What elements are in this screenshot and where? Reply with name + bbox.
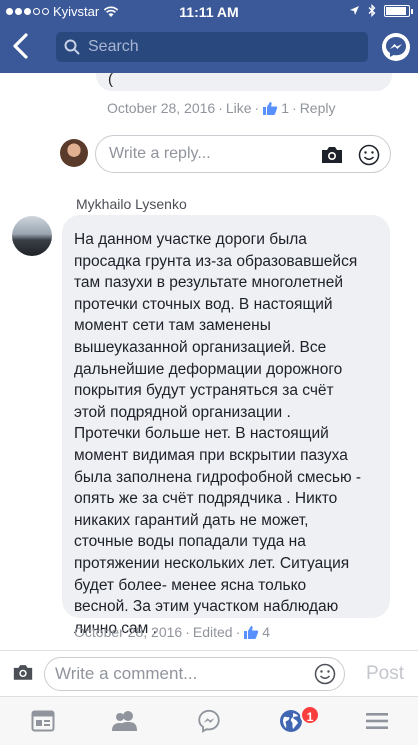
nav-bar bbox=[0, 22, 418, 73]
emoji-icon[interactable] bbox=[314, 663, 336, 685]
previous-reply-like-count: 1 bbox=[281, 100, 290, 116]
reply-field[interactable] bbox=[95, 135, 391, 173]
comment-author[interactable]: Mykhailo Lysenko bbox=[76, 196, 187, 212]
top-bar: Kyivstar 11:11 AM bbox=[0, 0, 418, 73]
comment-composer: Post bbox=[0, 650, 418, 696]
previous-reply-bubble: ( bbox=[96, 71, 392, 91]
comment-meta: October 28, 2016 · Edited · 4 bbox=[74, 624, 271, 640]
tab-bar: 1 bbox=[0, 696, 418, 745]
reply-input[interactable] bbox=[109, 145, 309, 163]
previous-reply-meta: October 28, 2016 · Like · 1 · Reply bbox=[107, 100, 336, 116]
comment-date: October 28, 2016 bbox=[74, 624, 183, 640]
battery-icon bbox=[384, 4, 413, 17]
search-input[interactable] bbox=[88, 38, 348, 56]
friends-icon bbox=[112, 711, 137, 731]
messenger-icon bbox=[386, 37, 406, 57]
comment-like-count[interactable]: 4 bbox=[262, 624, 270, 640]
search-bar[interactable] bbox=[56, 32, 368, 62]
camera-icon[interactable] bbox=[12, 663, 34, 681]
camera-icon[interactable] bbox=[320, 145, 344, 164]
comment-bubble: На данном участке дороги была просадка г… bbox=[62, 215, 390, 637]
comment-thread: ( October 28, 2016 · Like · 1 · Reply My… bbox=[0, 71, 418, 650]
avatar bbox=[60, 139, 88, 167]
back-button[interactable] bbox=[10, 32, 40, 62]
status-bar: Kyivstar 11:11 AM bbox=[0, 0, 418, 22]
thumbs-up-icon bbox=[263, 101, 278, 115]
emoji-icon[interactable] bbox=[358, 144, 380, 166]
post-button[interactable]: Post bbox=[366, 663, 404, 685]
thumbs-up-icon bbox=[244, 625, 259, 639]
tab-friends[interactable] bbox=[110, 707, 140, 735]
messenger-icon bbox=[198, 709, 220, 733]
search-icon bbox=[64, 39, 80, 55]
tab-menu[interactable] bbox=[362, 707, 392, 735]
news-feed-icon bbox=[31, 710, 55, 732]
menu-icon bbox=[366, 713, 388, 729]
reply-link[interactable]: Reply bbox=[300, 100, 336, 116]
location-arrow-icon bbox=[350, 6, 359, 15]
chevron-left-icon bbox=[13, 33, 28, 59]
tab-messenger[interactable] bbox=[194, 707, 224, 735]
messenger-button[interactable] bbox=[382, 33, 410, 61]
reply-composer bbox=[0, 135, 418, 175]
battery-level bbox=[386, 6, 407, 15]
notification-badge: 1 bbox=[300, 705, 320, 725]
previous-reply-text: ( bbox=[108, 71, 113, 88]
tab-news-feed[interactable] bbox=[28, 707, 58, 735]
edited-label[interactable]: Edited bbox=[193, 624, 233, 640]
bluetooth-icon bbox=[368, 4, 376, 17]
previous-reply-date: October 28, 2016 bbox=[107, 100, 216, 116]
like-link[interactable]: Like bbox=[226, 100, 252, 116]
comment-input[interactable] bbox=[55, 664, 275, 684]
avatar[interactable] bbox=[12, 216, 52, 256]
comment-field[interactable] bbox=[44, 657, 345, 691]
